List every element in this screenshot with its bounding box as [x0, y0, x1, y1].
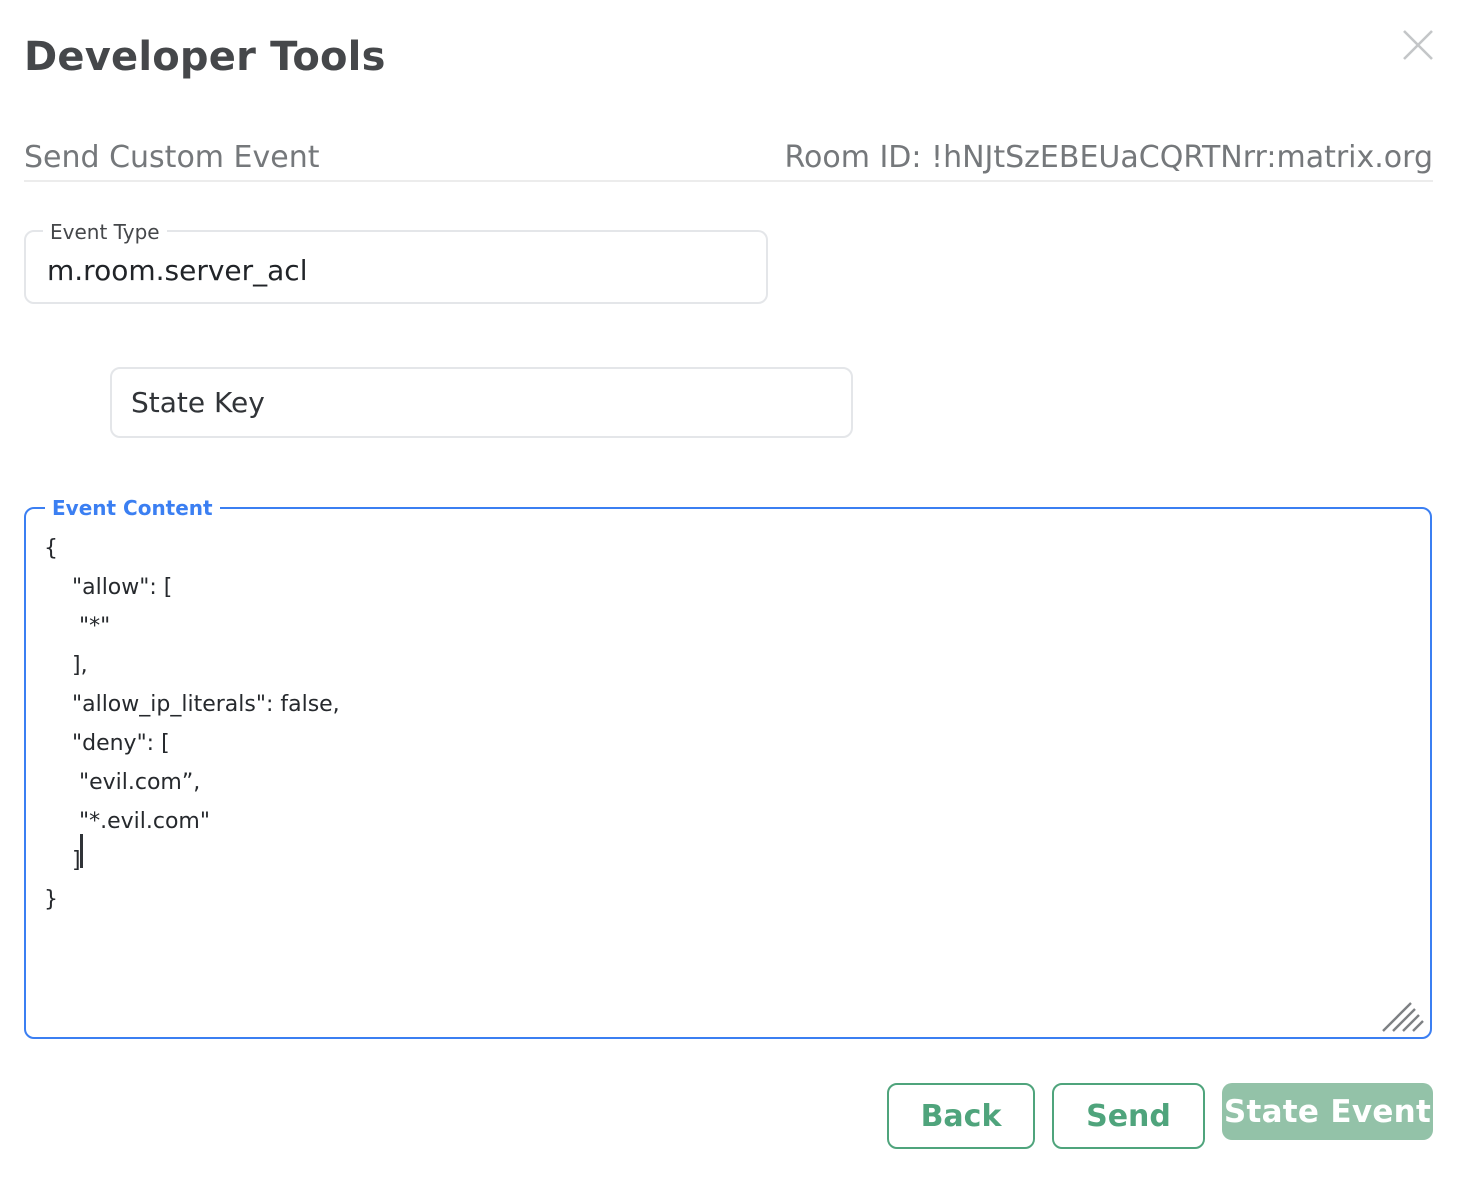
dialog-title: Developer Tools [24, 34, 386, 80]
header-divider [24, 180, 1433, 182]
state-key-input[interactable] [112, 369, 851, 436]
close-icon [1401, 28, 1435, 62]
developer-tools-dialog: Developer Tools Send Custom Event Room I… [0, 0, 1480, 1190]
back-button[interactable]: Back [887, 1083, 1035, 1149]
resize-handle-icon[interactable] [1381, 1002, 1425, 1032]
dialog-subheader: Send Custom Event Room ID: !hNJtSzEBEUaC… [24, 140, 1433, 175]
section-title: Send Custom Event [24, 140, 320, 175]
text-cursor [80, 834, 83, 868]
event-type-field: Event Type [24, 230, 768, 304]
send-button[interactable]: Send [1052, 1083, 1205, 1149]
close-button[interactable] [1399, 26, 1437, 64]
room-id-label: Room ID: !hNJtSzEBEUaCQRTNrr:matrix.org [784, 140, 1433, 175]
state-key-field [110, 367, 853, 438]
event-content-editor[interactable]: { "allow": [ "*" ], "allow_ip_literals":… [26, 509, 1430, 1037]
state-event-button[interactable]: State Event [1222, 1083, 1433, 1140]
event-type-label: Event Type [43, 219, 167, 245]
event-content-field: Event Content { "allow": [ "*" ], "allow… [24, 507, 1432, 1039]
